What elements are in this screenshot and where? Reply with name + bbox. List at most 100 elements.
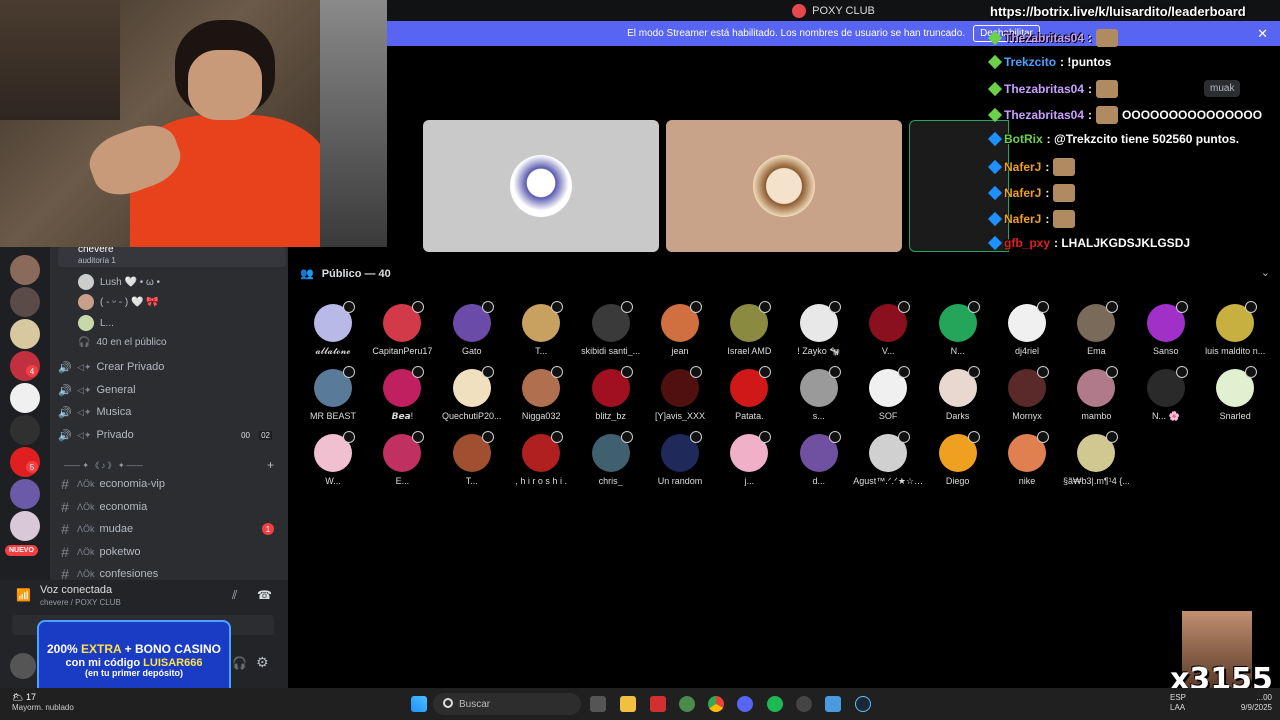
server-logo-icon [792,3,807,18]
audience-member[interactable]: [Y]avis_XXX [645,366,715,421]
avatar [938,366,980,407]
voice-channel-privado[interactable]: 🔊 ◁✦ Privado 00 02 [58,425,284,445]
audience-member[interactable]: 𝓪𝓵𝓵𝓪𝓽𝓸𝓷𝓮 [298,301,368,357]
voice-channel-general[interactable]: 🔊 ◁✦ General [58,380,284,400]
audience-member[interactable]: T... [506,301,576,356]
avatar[interactable] [10,653,36,679]
server-icon[interactable] [10,511,40,541]
audience-member[interactable]: Darks [923,366,993,421]
server-icon[interactable] [10,319,40,349]
voice-user[interactable]: ( - ᵕ - ) 🤍 🎀 [78,294,159,310]
ad-text: con mi código [65,656,141,669]
audience-member[interactable]: QuechutiP20... [437,366,507,421]
audience-member[interactable]: luis maldito n... [1200,301,1270,356]
audience-member[interactable]: MR BEAST [298,366,368,421]
noise-suppression-icon[interactable]: ⫽ [232,588,237,603]
audience-member[interactable]: Agust™.ᐟ.ᐟ★☆ ... [853,431,923,487]
voice-user[interactable]: L... [78,315,114,331]
category-header[interactable]: —— ✦ 《 ♪ 》 ✦ —— + [58,455,284,475]
active-voice-channel[interactable]: chevere auditoría 1 [58,247,286,267]
audience-member[interactable]: V... [853,301,923,356]
muted-icon [1245,301,1258,313]
voice-location[interactable]: chevere / POXY CLUB [40,598,121,607]
audience-member[interactable]: SOF [853,366,923,421]
app-icon[interactable] [650,696,666,712]
steam-icon[interactable] [855,696,871,712]
audience-member[interactable]: Israel AMD [714,301,784,356]
channel-list: chevere auditoría 1 Lush 🤍 • ω • ( - ᵕ -… [50,247,288,580]
language-indicator[interactable]: ESP LAA [1170,693,1186,714]
audience-member[interactable]: T... [437,431,507,486]
audience-member[interactable]: §ã₩b3|.m¶¹4 {... [1061,431,1131,486]
speaker-tile[interactable] [423,120,659,252]
voice-channel-musica[interactable]: 🔊 ◁✦ Musica [58,402,284,422]
avatar [522,431,564,472]
audience-member[interactable]: skibidi santi_... [576,301,646,356]
app-icon[interactable] [796,696,812,712]
audience-member[interactable]: mambo [1061,366,1131,421]
audience-member[interactable]: CapitanPeru17 [367,301,437,356]
speaker-tile[interactable] [666,120,902,252]
audience-member[interactable]: Un random [645,431,715,486]
spotify-icon[interactable] [767,696,783,712]
audience-member[interactable]: s... [784,366,854,421]
audience-member[interactable]: Patata. [714,366,784,421]
audience-member[interactable]: ! Zayko 🐄 [784,301,854,357]
audience-member[interactable]: Ema [1061,301,1131,356]
add-channel-icon[interactable]: + [267,458,274,472]
search-box[interactable]: Buscar [433,693,581,715]
headphone-icon[interactable]: 🎧 [232,656,247,670]
server-icon[interactable] [10,415,40,445]
app-icon[interactable] [825,696,841,712]
app-icon[interactable] [679,696,695,712]
muted-icon [898,301,911,313]
weather-widget[interactable]: 🌥 17 Mayorm. nublado [12,692,74,712]
audience-member[interactable]: 𝘽𝙚𝙖! [367,366,437,422]
server-icon[interactable] [10,255,40,285]
audience-member[interactable]: chris_ [576,431,646,486]
server-icon[interactable] [10,479,40,509]
clock[interactable]: ...00 9/9/2025 [1241,693,1272,714]
discord-icon[interactable] [737,696,753,712]
text-channel-economia[interactable]: # ɅÖk economia [58,497,284,517]
audience-member[interactable]: Snarled [1200,366,1270,421]
audience-member[interactable]: Mornyx [992,366,1062,421]
audience-member[interactable]: Gato [437,301,507,356]
avatar [869,431,911,472]
voice-channel-crear-privado[interactable]: 🔊 ◁✦ Crear Privado [58,357,284,377]
audience-member[interactable]: nike [992,431,1062,486]
voice-user[interactable]: Lush 🤍 • ω • [78,274,160,290]
unread-badge: 1 [262,523,274,535]
audience-member[interactable]: j... [714,431,784,486]
disconnect-icon[interactable]: ☎ [257,588,272,602]
audience-member[interactable]: jean [645,301,715,356]
audience-member[interactable]: , h i r o s h i . [506,431,576,486]
text-channel-mudae[interactable]: # ɅÖk mudae 1 [58,519,284,539]
audience-member[interactable]: Diego [923,431,993,486]
windows-start-icon[interactable] [411,696,427,712]
audience-member[interactable]: blitz_bz [576,366,646,421]
audience-member[interactable]: E... [367,431,437,486]
audience-member[interactable]: d... [784,431,854,486]
audience-member[interactable]: N... 🌸 [1131,366,1201,422]
streamer-figure [82,20,330,247]
member-name: SOF [878,411,898,421]
audience-header[interactable]: 👥 Público — 40 [300,267,391,281]
text-channel-economia-vip[interactable]: # ɅÖk economia-vip [58,474,284,494]
chrome-icon[interactable] [708,696,724,712]
gear-icon[interactable]: ⚙ [256,654,269,671]
task-view-icon[interactable] [590,696,606,712]
text-channel-confesiones[interactable]: # ɅÖk confesiones [58,564,284,580]
file-explorer-icon[interactable] [620,696,636,712]
audience-member[interactable]: N... [923,301,993,356]
audience-member[interactable]: Nigga032 [506,366,576,421]
server-icon[interactable] [10,383,40,413]
emote-icon [1096,106,1119,124]
chevron-down-icon[interactable]: ⌄ [1261,266,1270,279]
text-channel-poketwo[interactable]: # ɅÖk poketwo [58,542,284,562]
close-icon[interactable]: ✕ [1257,26,1268,42]
audience-member[interactable]: Sanso [1131,301,1201,356]
server-icon[interactable] [10,287,40,317]
audience-member[interactable]: dj4riel [992,301,1062,356]
audience-member[interactable]: W... [298,431,368,486]
